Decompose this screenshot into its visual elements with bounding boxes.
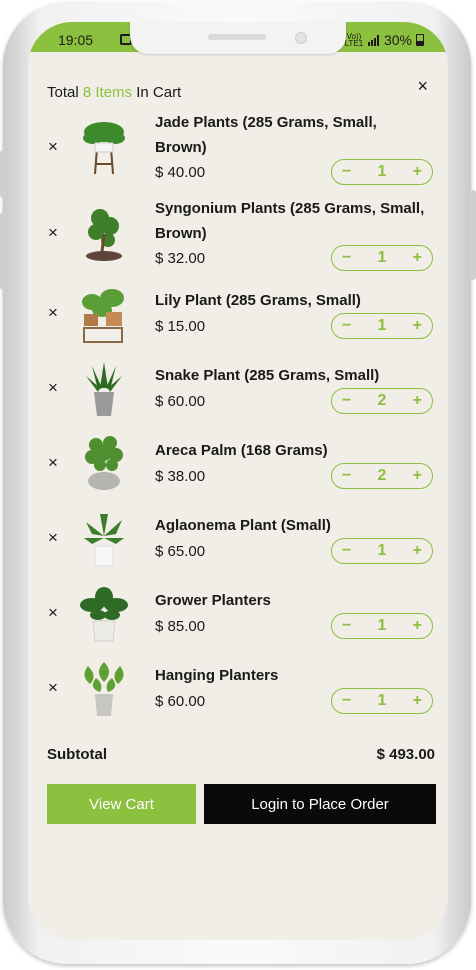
- remove-item-icon[interactable]: ×: [48, 378, 58, 398]
- remove-item-icon[interactable]: ×: [48, 528, 58, 548]
- speaker-grille: [208, 34, 266, 40]
- quantity-stepper[interactable]: − 2 +: [331, 463, 433, 489]
- decrease-button[interactable]: −: [342, 542, 351, 560]
- increase-button[interactable]: +: [413, 617, 422, 635]
- front-camera: [295, 32, 307, 44]
- item-name: Areca Palm (168 Grams): [155, 442, 328, 459]
- decrease-button[interactable]: −: [342, 163, 351, 181]
- item-name: Hanging Planters: [155, 667, 279, 684]
- phone-notch: [130, 22, 346, 54]
- subtotal-label: Subtotal: [47, 746, 107, 763]
- quantity-value: 1: [377, 249, 387, 266]
- remove-item-icon[interactable]: ×: [48, 603, 58, 623]
- item-price: $ 65.00: [155, 543, 206, 560]
- increase-button[interactable]: +: [413, 467, 422, 485]
- increase-button[interactable]: +: [413, 317, 422, 335]
- battery-icon: [416, 34, 424, 46]
- cart-item-count: 8 Items: [82, 84, 133, 101]
- phone-side-button-right: [470, 190, 476, 280]
- quantity-value: 1: [377, 692, 387, 709]
- remove-item-icon[interactable]: ×: [48, 137, 58, 157]
- status-indicators: Vo)) LTE1 30%: [344, 32, 424, 48]
- item-name: Jade Plants (285 Grams, Small, Brown): [155, 114, 377, 156]
- quantity-value: 1: [377, 542, 387, 559]
- view-cart-button[interactable]: View Cart: [47, 784, 196, 824]
- plant-image: [82, 289, 124, 343]
- item-name: Snake Plant (285 Grams, Small): [155, 367, 380, 384]
- increase-button[interactable]: +: [413, 542, 422, 560]
- app-screen: 19:05 Vo)) LTE1 30% Total 8 Items In Car…: [28, 22, 448, 940]
- subtotal-value: $ 493.00: [376, 746, 435, 763]
- item-price: $ 40.00: [155, 164, 206, 181]
- decrease-button[interactable]: −: [342, 392, 351, 410]
- phone-side-button-left: [0, 212, 6, 290]
- decrease-button[interactable]: −: [342, 249, 351, 267]
- item-name: Syngonium Plants (285 Grams, Small, Brow…: [155, 200, 425, 242]
- increase-button[interactable]: +: [413, 163, 422, 181]
- cart-header: Total 8 Items In Cart: [47, 84, 181, 101]
- plant-image: [84, 514, 124, 567]
- increase-button[interactable]: +: [413, 692, 422, 710]
- item-price: $ 85.00: [155, 618, 206, 635]
- remove-item-icon[interactable]: ×: [48, 303, 58, 323]
- quantity-stepper[interactable]: − 1 +: [331, 313, 433, 339]
- item-price: $ 32.00: [155, 250, 206, 267]
- item-price: $ 60.00: [155, 693, 206, 710]
- signal-icon: [367, 34, 380, 46]
- item-name: Aglaonema Plant (Small): [155, 517, 331, 534]
- plant-image: [85, 436, 123, 490]
- plant-image: [80, 587, 128, 642]
- quantity-stepper[interactable]: − 1 +: [331, 613, 433, 639]
- plant-image: [83, 122, 125, 175]
- quantity-stepper[interactable]: − 1 +: [331, 159, 433, 185]
- quantity-stepper[interactable]: − 1 +: [331, 688, 433, 714]
- cart-header-suffix: In Cart: [132, 84, 182, 101]
- quantity-value: 1: [377, 317, 387, 334]
- quantity-stepper[interactable]: − 1 +: [331, 245, 433, 271]
- phone-side-button-left: [0, 150, 6, 198]
- quantity-value: 1: [377, 163, 387, 180]
- quantity-value: 2: [377, 467, 387, 484]
- status-time: 19:05: [58, 32, 94, 48]
- remove-item-icon[interactable]: ×: [48, 223, 58, 243]
- item-price: $ 15.00: [155, 318, 206, 335]
- item-price: $ 38.00: [155, 468, 206, 485]
- cart-header-prefix: Total: [47, 84, 83, 101]
- login-to-place-order-button[interactable]: Login to Place Order: [204, 784, 436, 824]
- network-indicator: Vo)) LTE1: [344, 32, 364, 48]
- quantity-value: 2: [377, 392, 387, 409]
- decrease-button[interactable]: −: [342, 467, 351, 485]
- decrease-button[interactable]: −: [342, 617, 351, 635]
- increase-button[interactable]: +: [413, 249, 422, 267]
- decrease-button[interactable]: −: [342, 317, 351, 335]
- plant-image: [86, 362, 122, 416]
- quantity-stepper[interactable]: − 1 +: [331, 538, 433, 564]
- item-name: Lily Plant (285 Grams, Small): [155, 292, 361, 309]
- close-icon[interactable]: ×: [417, 76, 428, 97]
- battery-percent: 30%: [383, 32, 412, 48]
- item-price: $ 60.00: [155, 393, 206, 410]
- plant-image: [86, 209, 122, 261]
- quantity-stepper[interactable]: − 2 +: [331, 388, 433, 414]
- decrease-button[interactable]: −: [342, 692, 351, 710]
- increase-button[interactable]: +: [413, 392, 422, 410]
- quantity-value: 1: [377, 617, 387, 634]
- item-name: Grower Planters: [155, 592, 271, 609]
- plant-image: [84, 662, 124, 716]
- remove-item-icon[interactable]: ×: [48, 453, 58, 473]
- remove-item-icon[interactable]: ×: [48, 678, 58, 698]
